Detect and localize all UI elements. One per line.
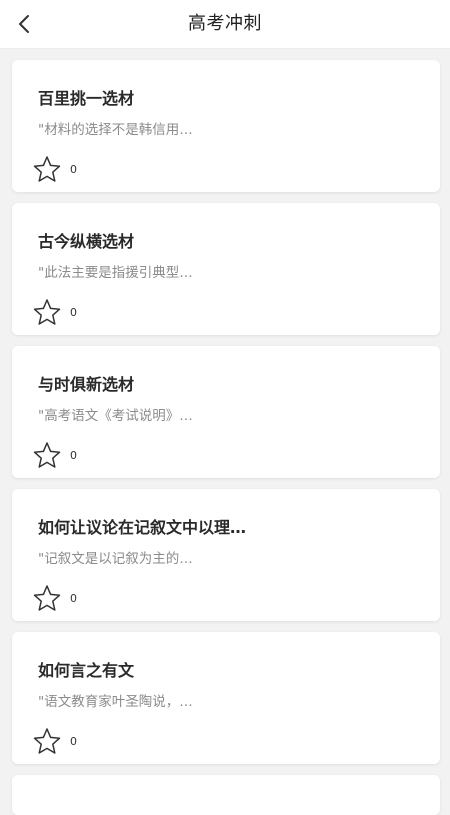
article-card[interactable]: 如何让议论在记叙文中以理… "记叙文是以记叙为主的… 0 [12,489,440,621]
like-button[interactable]: 0 [32,298,77,326]
chevron-left-icon [19,15,29,33]
article-snippet: "此法主要是指援引典型… [38,265,193,281]
like-button[interactable]: 0 [32,584,77,612]
article-title: 百里挑一选材 [38,89,135,108]
star-outline-icon [33,156,61,182]
article-list: 百里挑一选材 "材料的选择不是韩信用… 0 古今纵横选材 "此法主要是指援引典型… [12,60,440,815]
back-button[interactable] [10,10,38,38]
article-title: 如何言之有文 [38,661,135,680]
like-count: 0 [70,162,77,176]
top-bar: 高考冲刺 [0,0,450,49]
article-title: 与时俱新选材 [38,375,135,394]
like-count: 0 [70,448,77,462]
star-outline-icon [33,728,61,754]
star-outline-icon [33,585,61,611]
like-button[interactable]: 0 [32,441,77,469]
article-card[interactable]: 与时俱新选材 "高考语文《考试说明》… 0 [12,346,440,478]
article-snippet: "记叙文是以记叙为主的… [38,551,193,567]
article-title: 古今纵横选材 [38,232,135,251]
article-card-partial[interactable] [12,775,440,815]
star-outline-icon [33,299,61,325]
article-card[interactable]: 百里挑一选材 "材料的选择不是韩信用… 0 [12,60,440,192]
article-snippet: "语文教育家叶圣陶说，… [38,694,193,710]
like-button[interactable]: 0 [32,727,77,755]
like-count: 0 [70,591,77,605]
like-count: 0 [70,305,77,319]
article-card[interactable]: 古今纵横选材 "此法主要是指援引典型… 0 [12,203,440,335]
article-title: 如何让议论在记叙文中以理… [38,518,247,537]
page-title: 高考冲刺 [188,13,262,34]
like-button[interactable]: 0 [32,155,77,183]
like-count: 0 [70,734,77,748]
article-snippet: "高考语文《考试说明》… [38,408,193,424]
star-outline-icon [33,442,61,468]
article-card[interactable]: 如何言之有文 "语文教育家叶圣陶说，… 0 [12,632,440,764]
article-snippet: "材料的选择不是韩信用… [38,122,193,138]
